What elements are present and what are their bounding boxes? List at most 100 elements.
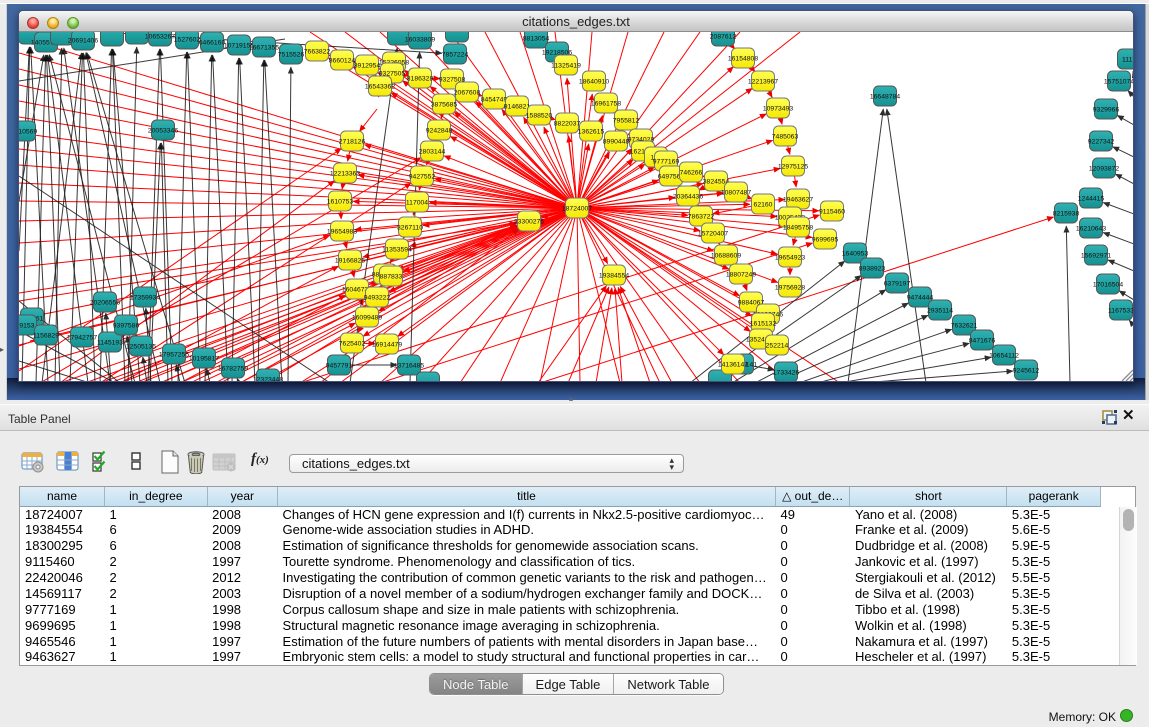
svg-text:1156829: 1156829 xyxy=(33,333,59,340)
svg-text:8990448: 8990448 xyxy=(603,139,630,146)
svg-text:9115460: 9115460 xyxy=(819,209,845,216)
svg-text:1145193: 1145193 xyxy=(97,340,123,347)
svg-text:3875685: 3875685 xyxy=(431,102,458,109)
svg-text:9699695: 9699695 xyxy=(812,237,839,244)
svg-text:18640910: 18640910 xyxy=(579,79,609,86)
svg-text:16099489: 16099489 xyxy=(352,315,382,322)
svg-text:16648784: 16648784 xyxy=(870,94,900,101)
svg-text:9457791: 9457791 xyxy=(326,363,353,370)
svg-text:8454749: 8454749 xyxy=(481,97,508,104)
svg-text:9777169: 9777169 xyxy=(653,159,680,166)
svg-text:15720407: 15720407 xyxy=(698,231,728,238)
svg-text:7857224: 7857224 xyxy=(442,52,469,59)
svg-text:2718126: 2718126 xyxy=(339,139,366,146)
svg-text:1362615: 1362615 xyxy=(578,129,605,136)
svg-text:8912954: 8912954 xyxy=(354,63,381,70)
svg-text:17016504: 17016504 xyxy=(1093,282,1123,289)
svg-text:7485063: 7485063 xyxy=(772,134,799,141)
svg-text:20691406: 20691406 xyxy=(68,38,98,45)
svg-text:8660124: 8660124 xyxy=(329,58,356,65)
svg-text:9397586: 9397586 xyxy=(113,323,140,330)
svg-text:10973493: 10973493 xyxy=(763,106,793,113)
svg-text:10654112: 10654112 xyxy=(989,353,1019,360)
svg-text:16033809: 16033809 xyxy=(405,37,435,44)
svg-text:9242848: 9242848 xyxy=(426,128,453,135)
svg-text:18724007: 18724007 xyxy=(562,206,592,213)
svg-text:12093872: 12093872 xyxy=(1089,166,1119,173)
svg-text:9493222: 9493222 xyxy=(364,295,391,302)
svg-text:7625402: 7625402 xyxy=(339,341,366,348)
svg-text:2610569: 2610569 xyxy=(19,129,37,136)
svg-text:1615132: 1615132 xyxy=(750,321,777,328)
svg-text:8186328: 8186328 xyxy=(407,76,434,83)
svg-text:16543362: 16543362 xyxy=(365,84,395,91)
svg-text:8215938: 8215938 xyxy=(1053,211,1080,218)
svg-text:9227342: 9227342 xyxy=(1088,139,1115,146)
svg-text:9427552: 9427552 xyxy=(409,174,436,181)
svg-text:6379197: 6379197 xyxy=(884,281,911,288)
svg-text:19654983: 19654983 xyxy=(327,229,357,236)
svg-text:16210643: 16210643 xyxy=(1076,226,1106,233)
svg-text:6466160: 6466160 xyxy=(199,40,226,47)
svg-text:3267110: 3267110 xyxy=(397,225,423,232)
svg-text:8813054: 8813054 xyxy=(523,36,550,43)
svg-text:11353594: 11353594 xyxy=(382,247,412,254)
svg-text:14136141: 14136141 xyxy=(718,362,748,369)
svg-text:9329966: 9329966 xyxy=(1093,107,1120,114)
svg-text:7632621: 7632621 xyxy=(951,323,978,330)
svg-text:16914479: 16914479 xyxy=(372,342,402,349)
svg-text:1244415: 1244415 xyxy=(1078,196,1105,203)
svg-text:9474444: 9474444 xyxy=(907,295,934,302)
svg-text:17359934: 17359934 xyxy=(130,295,160,302)
svg-text:16782759: 16782759 xyxy=(218,366,248,373)
svg-text:10195817: 10195817 xyxy=(189,356,219,363)
svg-text:7863722: 7863722 xyxy=(688,214,715,221)
svg-text:62160: 62160 xyxy=(754,202,773,209)
svg-text:12505135: 12505135 xyxy=(126,344,156,351)
svg-text:2935114: 2935114 xyxy=(927,308,953,315)
svg-text:19463627: 19463627 xyxy=(783,197,813,204)
svg-text:7955812: 7955812 xyxy=(613,118,640,125)
svg-text:12323448: 12323448 xyxy=(253,377,283,383)
svg-text:887833: 887833 xyxy=(380,274,403,281)
svg-text:17942757: 17942757 xyxy=(67,335,97,342)
svg-text:1640953: 1640953 xyxy=(842,251,869,258)
svg-text:20206556: 20206556 xyxy=(90,300,120,307)
svg-text:20053346: 20053346 xyxy=(148,128,178,135)
svg-text:10688609: 10688609 xyxy=(711,253,741,260)
svg-text:7663822: 7663822 xyxy=(304,49,331,56)
svg-text:9245612: 9245612 xyxy=(1013,368,1040,375)
svg-text:1527602: 1527602 xyxy=(174,37,201,44)
svg-text:1733426: 1733426 xyxy=(773,370,800,377)
svg-text:1610753: 1610753 xyxy=(327,199,354,206)
svg-text:12213363: 12213363 xyxy=(330,171,360,178)
svg-text:11325419: 11325419 xyxy=(551,63,581,70)
svg-text:18495758: 18495758 xyxy=(783,225,813,232)
svg-text:19384554: 19384554 xyxy=(599,273,629,280)
svg-text:1167533: 1167533 xyxy=(1108,308,1134,315)
svg-text:15751074: 15751074 xyxy=(1104,79,1134,86)
svg-text:2087612: 2087612 xyxy=(710,34,737,41)
svg-text:12975125: 12975125 xyxy=(778,164,808,171)
svg-text:19654923: 19654923 xyxy=(775,255,805,262)
svg-text:9146821: 9146821 xyxy=(504,104,531,111)
svg-text:8938923: 8938923 xyxy=(859,266,886,273)
svg-text:117004: 117004 xyxy=(406,200,428,207)
svg-text:2803144: 2803144 xyxy=(419,149,446,156)
svg-text:252214: 252214 xyxy=(766,343,789,350)
svg-text:1117: 1117 xyxy=(1122,57,1134,64)
svg-text:1588520: 1588520 xyxy=(526,113,553,120)
svg-text:16154808: 16154808 xyxy=(728,56,758,63)
svg-text:2067608: 2067608 xyxy=(454,90,481,97)
svg-text:19166825: 19166825 xyxy=(335,258,365,265)
svg-text:10653267: 10653267 xyxy=(145,34,175,41)
svg-text:8822037: 8822037 xyxy=(554,121,581,128)
svg-text:746266: 746266 xyxy=(680,170,703,177)
svg-text:10807487: 10807487 xyxy=(721,190,751,197)
svg-text:16671355: 16671355 xyxy=(249,45,279,52)
svg-text:7515526: 7515526 xyxy=(278,52,305,59)
svg-text:19756928: 19756928 xyxy=(775,285,805,292)
svg-text:16961758: 16961758 xyxy=(591,101,621,108)
svg-text:20364436: 20364436 xyxy=(673,194,703,201)
svg-text:12213967: 12213967 xyxy=(748,79,778,86)
